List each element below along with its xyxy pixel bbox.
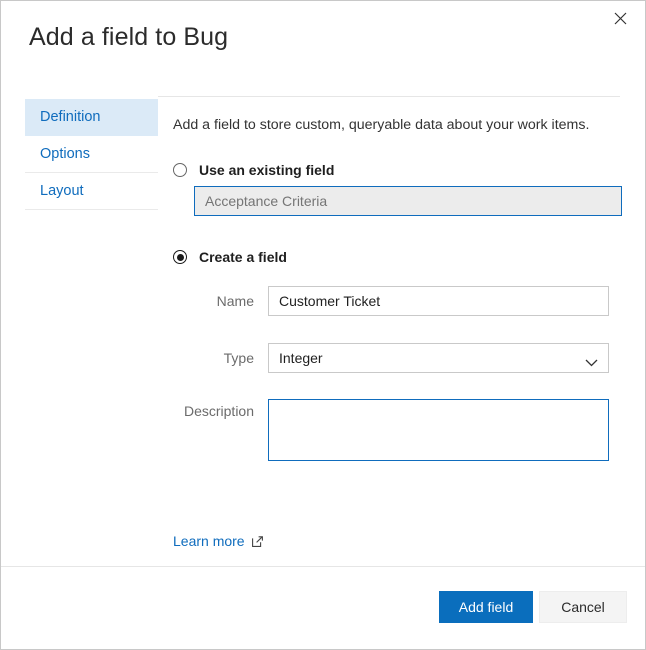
sidebar-item-label: Options: [40, 146, 90, 162]
dialog-body: Definition Options Layout Add a field to…: [1, 96, 645, 566]
description-textarea[interactable]: [268, 399, 609, 461]
close-icon[interactable]: [603, 3, 637, 33]
dialog-footer: Add field Cancel: [1, 567, 645, 649]
page-title: Add a field to Bug: [29, 23, 229, 51]
type-select[interactable]: [268, 343, 609, 373]
existing-field-select[interactable]: [194, 186, 622, 216]
sidebar-item-options[interactable]: Options: [25, 136, 158, 173]
learn-more-link[interactable]: Learn more: [173, 533, 263, 549]
add-field-dialog: Add a field to Bug Definition Options La…: [0, 0, 646, 650]
sidebar: Definition Options Layout: [25, 99, 158, 210]
content-top-divider: [158, 96, 620, 97]
description-row: Description: [173, 399, 623, 461]
name-row: Name: [173, 286, 623, 316]
name-label: Name: [216, 293, 254, 309]
sidebar-item-definition[interactable]: Definition: [25, 99, 158, 136]
nav-content-divider: [158, 96, 159, 566]
use-existing-field-option[interactable]: Use an existing field: [173, 162, 334, 178]
sidebar-item-label: Definition: [40, 109, 101, 125]
description-label: Description: [183, 403, 254, 419]
create-field-label: Create a field: [199, 249, 287, 265]
create-field-option[interactable]: Create a field: [173, 249, 287, 265]
dialog-header: Add a field to Bug: [1, 1, 645, 96]
external-link-icon: [251, 535, 263, 547]
sidebar-item-label: Layout: [40, 183, 84, 199]
add-field-button[interactable]: Add field: [439, 591, 533, 623]
learn-more-label: Learn more: [173, 533, 245, 549]
name-input[interactable]: [268, 286, 609, 316]
sidebar-item-layout[interactable]: Layout: [25, 173, 158, 210]
type-row: Type: [173, 343, 623, 373]
type-label: Type: [223, 350, 254, 366]
radio-create-field[interactable]: [173, 250, 187, 264]
intro-text: Add a field to store custom, queryable d…: [173, 117, 590, 133]
type-select-wrapper[interactable]: [268, 343, 609, 373]
cancel-button[interactable]: Cancel: [539, 591, 627, 623]
use-existing-field-label: Use an existing field: [199, 162, 335, 178]
radio-use-existing-field[interactable]: [173, 163, 187, 177]
